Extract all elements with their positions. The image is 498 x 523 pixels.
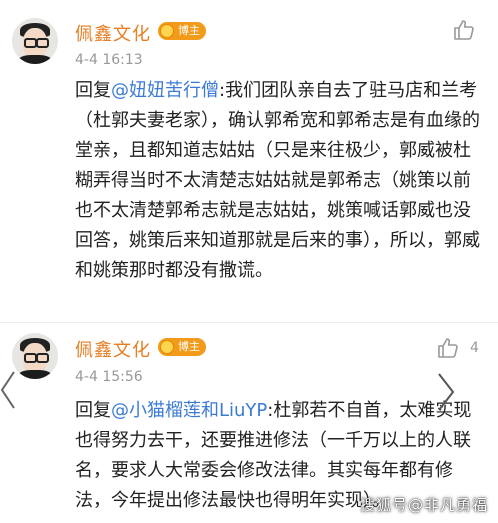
thumbs-up-icon[interactable] — [436, 336, 460, 360]
timestamp: 4-4 16:13 — [75, 52, 143, 68]
comment-body: :我们团队亲自去了驻马店和兰考（杜郭夫妻老家），确认郭希宽和郭希志是有血缘的堂亲… — [75, 80, 480, 281]
reply-prefix: 回复 — [75, 400, 111, 421]
like-count: 4 — [470, 340, 479, 356]
badge-label: 博主 — [178, 24, 200, 37]
chevron-left-icon[interactable] — [0, 370, 16, 410]
divider — [0, 322, 498, 323]
mention-link[interactable]: @妞妞苦行僧 — [111, 80, 219, 101]
badge-coin-icon — [160, 340, 174, 354]
thumbs-up-icon[interactable] — [452, 18, 476, 42]
chevron-right-icon[interactable] — [436, 372, 456, 412]
blogger-badge: 博主 — [158, 22, 206, 40]
reply-prefix: 回复 — [75, 80, 111, 101]
username[interactable]: 佩鑫文化 — [75, 20, 151, 46]
badge-label: 博主 — [178, 340, 200, 353]
blogger-badge: 博主 — [158, 338, 206, 356]
comment-text: 回复@妞妞苦行僧:我们团队亲自去了驻马店和兰考（杜郭夫妻老家），确认郭希宽和郭希… — [75, 76, 485, 286]
timestamp: 4-4 15:56 — [75, 369, 143, 385]
watermark: 搜狐号@非凡勇福 — [359, 496, 488, 514]
username[interactable]: 佩鑫文化 — [75, 336, 151, 362]
badge-coin-icon — [160, 24, 174, 38]
avatar[interactable] — [12, 18, 58, 64]
mention-link[interactable]: @小猫榴莲和LiuYP — [111, 400, 267, 421]
avatar[interactable] — [12, 333, 58, 379]
